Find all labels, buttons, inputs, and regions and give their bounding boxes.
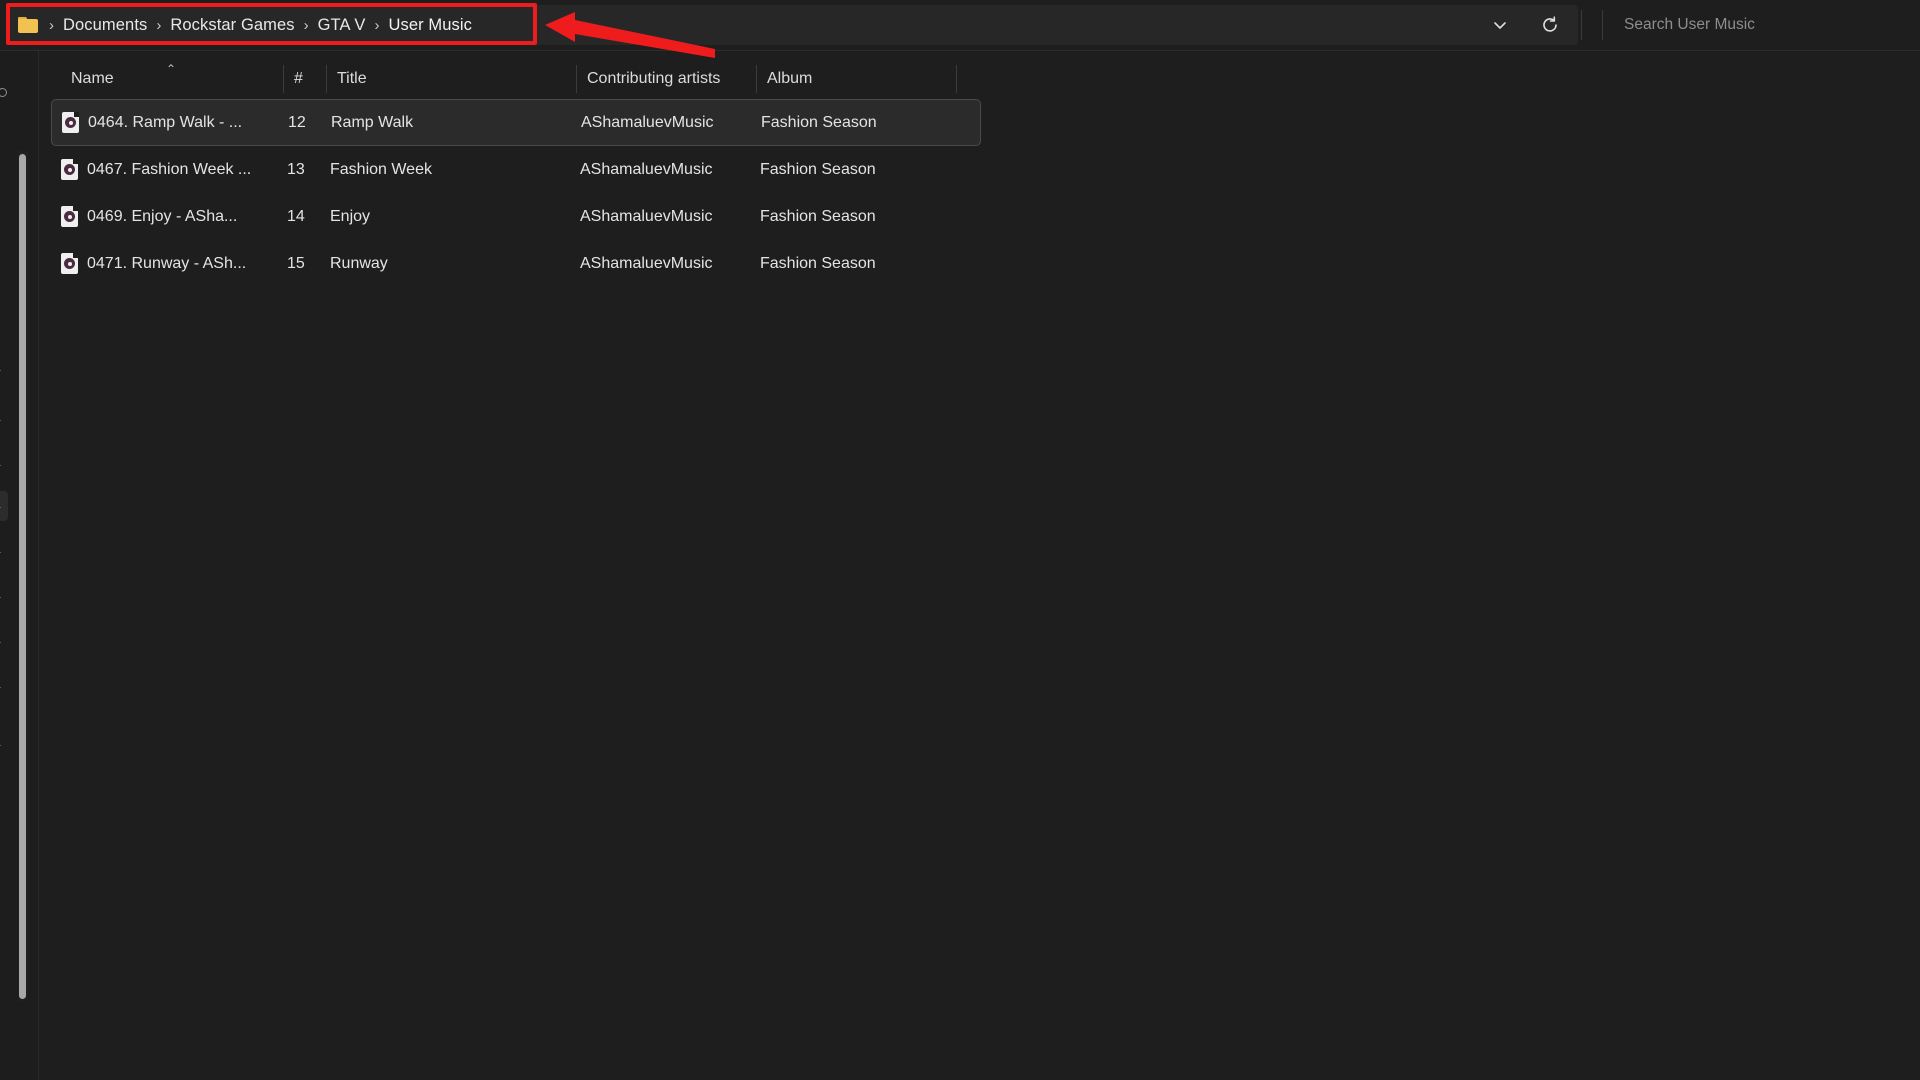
column-header-artists-label: Contributing artists xyxy=(587,70,721,87)
row-name-cell: 0464. Ramp Walk - ... xyxy=(52,112,288,133)
nav-item-icon-partial-0[interactable] xyxy=(0,88,7,97)
row-album-cell: Fashion Season xyxy=(760,254,876,272)
nav-expander-icon-5[interactable]: ▸ xyxy=(0,593,6,603)
breadcrumb-item-user-music[interactable]: User Music xyxy=(387,13,475,38)
breadcrumb-item-gta-v[interactable]: GTA V xyxy=(316,13,368,38)
nav-expander-icon-7[interactable]: ▸ xyxy=(0,683,6,693)
row-artists-cell: AShamaluevMusic xyxy=(580,254,713,272)
refresh-icon[interactable] xyxy=(1530,5,1570,45)
row-number-cell: 15 xyxy=(287,254,305,272)
folder-icon xyxy=(18,17,38,33)
row-album-cell: Fashion Season xyxy=(760,160,876,178)
column-header-album[interactable]: Album xyxy=(757,59,957,99)
column-divider-album[interactable] xyxy=(956,65,957,93)
breadcrumb-separator-1: › xyxy=(156,16,162,34)
table-row[interactable]: 0464. Ramp Walk - ... 12 Ramp Walk ASham… xyxy=(51,99,981,146)
column-header-name-label: Name xyxy=(71,70,114,87)
nav-expander-icon-8[interactable]: ▸ xyxy=(0,741,6,751)
row-title-cell: Ramp Walk xyxy=(331,113,414,131)
row-artists-cell: AShamaluevMusic xyxy=(580,160,713,178)
row-number-cell: 13 xyxy=(287,160,305,178)
address-toolbar: › Documents › Rockstar Games › GTA V › U… xyxy=(0,0,1920,51)
breadcrumb-separator-3: › xyxy=(374,16,380,34)
row-title-cell: Enjoy xyxy=(330,207,371,225)
search-input[interactable] xyxy=(1610,5,1910,45)
nav-expander-icon-1[interactable]: ▸ xyxy=(0,416,6,426)
nav-expander-icon-4[interactable]: ▸ xyxy=(0,548,6,558)
row-name-cell: 0469. Enjoy - ASha... xyxy=(51,206,287,227)
breadcrumb-separator-0: › xyxy=(49,16,54,34)
breadcrumb-separator-2: › xyxy=(303,16,309,34)
nav-expander-icon-6[interactable]: ▸ xyxy=(0,638,6,648)
row-title-cell: Runway xyxy=(330,254,388,272)
row-name-label: 0469. Enjoy - ASha... xyxy=(87,207,238,225)
column-header-album-label: Album xyxy=(767,70,813,87)
sort-ascending-icon: ⌃ xyxy=(166,62,177,76)
row-number-cell: 14 xyxy=(287,207,305,225)
toolbar-divider-right xyxy=(1602,10,1603,40)
file-list-header: Name ⌃ # Title Contributing artists Albu… xyxy=(61,59,991,99)
breadcrumb: › Documents › Rockstar Games › GTA V › U… xyxy=(8,5,474,45)
row-name-cell: 0471. Runway - ASh... xyxy=(51,253,287,274)
row-artists-cell: AShamaluevMusic xyxy=(580,207,713,225)
chevron-down-icon[interactable] xyxy=(1480,5,1520,45)
table-row[interactable]: 0467. Fashion Week ... 13 Fashion Week A… xyxy=(51,146,981,193)
breadcrumb-item-documents[interactable]: Documents xyxy=(61,13,149,38)
row-name-cell: 0467. Fashion Week ... xyxy=(51,159,287,180)
audio-file-icon xyxy=(62,112,79,133)
column-header-name[interactable]: Name ⌃ xyxy=(61,59,284,99)
row-artists-cell: AShamaluevMusic xyxy=(581,113,714,131)
toolbar-divider-left xyxy=(1581,10,1582,40)
row-name-label: 0471. Runway - ASh... xyxy=(87,254,247,272)
column-header-title[interactable]: Title xyxy=(327,59,577,99)
column-header-number[interactable]: # xyxy=(284,59,327,99)
column-header-number-label: # xyxy=(294,70,303,87)
search-box[interactable] xyxy=(1610,5,1910,45)
row-album-cell: Fashion Season xyxy=(760,207,876,225)
navigation-pane-clipped: ▸ ▸ ▸ ▸ ▸ ▸ ▸ ▸ ▸ xyxy=(0,51,38,1080)
nav-expander-icon-2[interactable]: ▸ xyxy=(0,461,6,471)
table-row[interactable]: 0471. Runway - ASh... 15 Runway AShamalu… xyxy=(51,240,981,287)
row-number-cell: 12 xyxy=(288,113,306,131)
address-bar[interactable]: › Documents › Rockstar Games › GTA V › U… xyxy=(8,5,1578,45)
audio-file-icon xyxy=(61,253,78,274)
row-name-label: 0467. Fashion Week ... xyxy=(87,160,252,178)
table-row[interactable]: 0469. Enjoy - ASha... 14 Enjoy AShamalue… xyxy=(51,193,981,240)
breadcrumb-item-rockstar-games[interactable]: Rockstar Games xyxy=(168,13,296,38)
row-name-label: 0464. Ramp Walk - ... xyxy=(88,113,243,131)
file-list-rows: 0464. Ramp Walk - ... 12 Ramp Walk ASham… xyxy=(51,99,981,287)
nav-expander-icon-3[interactable]: ▸ xyxy=(0,503,6,513)
audio-file-icon xyxy=(61,159,78,180)
column-header-title-label: Title xyxy=(337,70,367,87)
row-title-cell: Fashion Week xyxy=(330,160,432,178)
navigation-scrollbar-thumb[interactable] xyxy=(19,154,26,999)
file-list-pane: Name ⌃ # Title Contributing artists Albu… xyxy=(38,51,1920,1080)
row-album-cell: Fashion Season xyxy=(761,113,877,131)
nav-expander-icon-0[interactable]: ▸ xyxy=(0,366,6,376)
column-header-artists[interactable]: Contributing artists xyxy=(577,59,757,99)
audio-file-icon xyxy=(61,206,78,227)
file-explorer-window: › Documents › Rockstar Games › GTA V › U… xyxy=(0,0,1920,1080)
